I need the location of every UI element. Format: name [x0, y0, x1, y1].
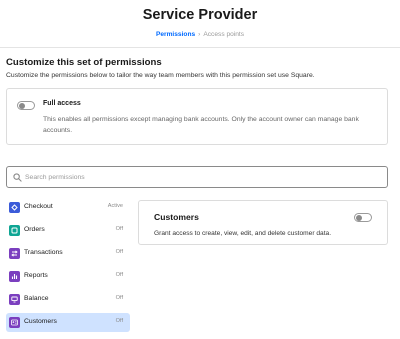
checkout-icon: [9, 202, 20, 213]
full-access-toggle[interactable]: [17, 101, 35, 110]
customers-icon: [9, 317, 20, 328]
permission-status: Off: [115, 249, 123, 255]
full-access-label: Full access: [43, 100, 81, 107]
permission-label: Balance: [24, 295, 49, 302]
breadcrumb-permissions[interactable]: Permissions: [156, 31, 195, 38]
page-title: Service Provider: [142, 7, 258, 23]
toggle-knob: [356, 215, 362, 221]
permission-status: Off: [115, 272, 123, 278]
search-input[interactable]: [25, 170, 375, 185]
permission-item-customers[interactable]: Customers Off: [6, 313, 130, 332]
permission-status: Off: [115, 226, 123, 232]
orders-icon: [9, 225, 20, 236]
transactions-icon: [9, 248, 20, 259]
reports-icon: [9, 271, 20, 282]
breadcrumb-separator: ›: [198, 31, 201, 38]
full-access-description: This enables all permissions except mana…: [43, 116, 359, 134]
permission-label: Transactions: [24, 249, 63, 256]
detail-title: Customers: [154, 212, 199, 222]
permission-item-reports[interactable]: Reports Off: [6, 267, 130, 286]
permission-item-orders[interactable]: Orders Off: [6, 221, 130, 240]
full-access-card: Full access This enables all permissions…: [6, 88, 388, 145]
section-description: Customize the permissions below to tailo…: [6, 72, 315, 79]
permission-status: Off: [115, 318, 123, 324]
permission-status: Off: [115, 295, 123, 301]
permission-label: Customers: [24, 318, 57, 325]
search-icon: [13, 173, 22, 182]
search-box: [6, 166, 388, 188]
permission-label: Orders: [24, 226, 45, 233]
permission-label: Reports: [24, 272, 48, 279]
permission-status: Active: [107, 203, 123, 209]
permission-label: Checkout: [24, 203, 53, 210]
permission-detail-card: Customers Grant access to create, view, …: [138, 200, 388, 245]
header-divider: [0, 47, 400, 48]
detail-description: Grant access to create, view, edit, and …: [154, 230, 332, 237]
permission-item-checkout[interactable]: Checkout Active: [6, 198, 130, 217]
balance-icon: [9, 294, 20, 305]
breadcrumb: Permissions › Access points: [0, 31, 400, 38]
section-heading: Customize this set of permissions: [6, 57, 162, 68]
breadcrumb-access-points[interactable]: Access points: [203, 31, 244, 38]
customers-toggle[interactable]: [354, 213, 372, 222]
permission-item-balance[interactable]: Balance Off: [6, 290, 130, 309]
toggle-knob: [19, 103, 25, 109]
permission-item-transactions[interactable]: Transactions Off: [6, 244, 130, 263]
